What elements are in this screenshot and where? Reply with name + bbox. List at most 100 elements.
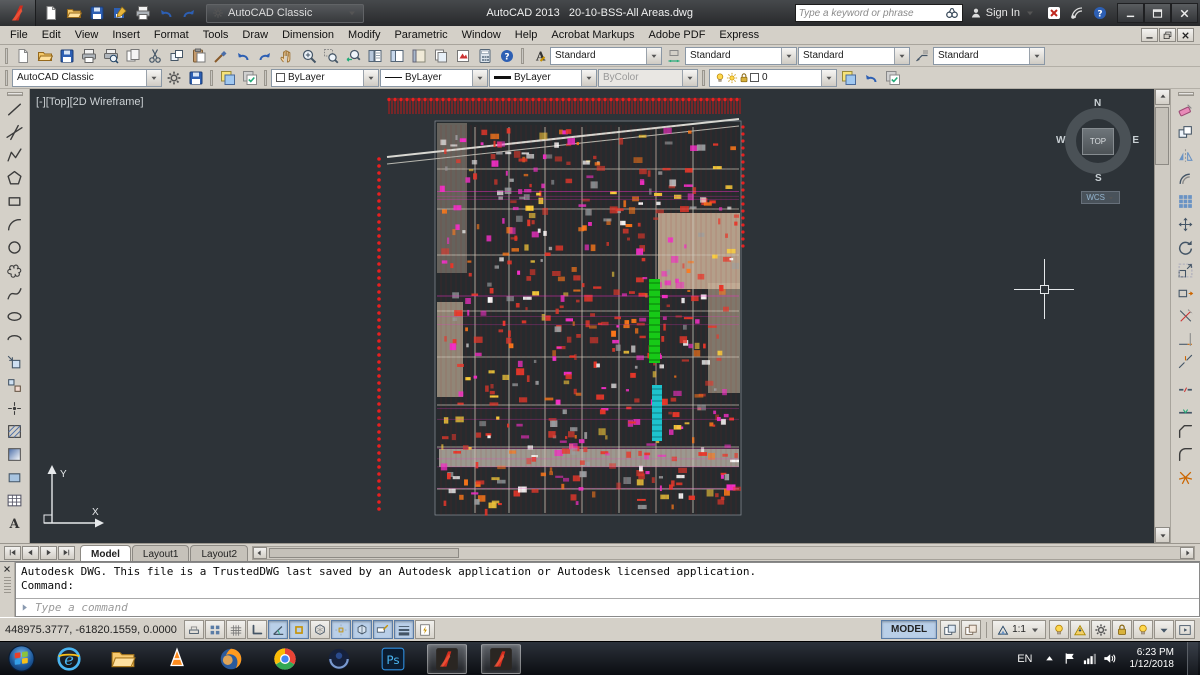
otrack-toggle-button[interactable] [331, 620, 351, 639]
qnew-button[interactable] [12, 46, 33, 66]
array-tool-button[interactable] [1174, 190, 1198, 213]
publish-button[interactable] [122, 46, 143, 66]
taskbar-internet-explorer-button[interactable]: e [49, 644, 89, 674]
markup-set-manager-button[interactable] [452, 46, 473, 66]
gear-button[interactable] [163, 68, 184, 88]
tab-next-button[interactable] [40, 545, 57, 560]
taskbar-autocad-2-button[interactable] [481, 643, 521, 674]
taskbar-file-explorer-button[interactable] [103, 644, 143, 674]
viewport-controls[interactable]: [-][Top][2D Wireframe] [36, 96, 144, 108]
viewcube-top-face[interactable]: TOP [1082, 128, 1114, 155]
ellipse-arc-tool-button[interactable] [3, 328, 27, 351]
quick-view-layouts-button[interactable] [940, 620, 961, 639]
drawing-canvas[interactable]: [-][Top][2D Wireframe] N S W E TOP WCS Y… [30, 89, 1154, 543]
lineweight-control-combo[interactable]: ByLayer [489, 68, 597, 87]
workspace-dropdown[interactable]: AutoCAD Classic [206, 3, 364, 23]
hatch-tool-button[interactable] [3, 420, 27, 443]
language-indicator[interactable]: EN [1014, 653, 1035, 665]
annotation-visibility-button[interactable] [1049, 620, 1069, 639]
tool-palettes-button[interactable] [408, 46, 429, 66]
explode-tool-button[interactable] [1174, 466, 1198, 489]
open-button[interactable] [63, 3, 85, 23]
stretch-tool-button[interactable] [1174, 282, 1198, 305]
taskbar-autocad-button[interactable] [427, 643, 467, 674]
menu-file[interactable]: File [3, 27, 35, 43]
copy-tool-button[interactable] [1174, 121, 1198, 144]
minimize-button[interactable] [1117, 3, 1144, 23]
taskbar-chrome-button[interactable] [265, 644, 305, 674]
mirror-tool-button[interactable] [1174, 144, 1198, 167]
join-tool-button[interactable] [1174, 397, 1198, 420]
mleader-style-manager-button[interactable] [911, 46, 932, 66]
sheet-set-manager-button[interactable] [430, 46, 451, 66]
communication-center-button[interactable] [1066, 3, 1088, 23]
toolbar-grip[interactable] [5, 47, 8, 64]
menu-draw[interactable]: Draw [235, 27, 275, 43]
toolbar-grip[interactable] [5, 69, 8, 86]
start-button[interactable] [0, 642, 42, 675]
region-tool-button[interactable] [3, 466, 27, 489]
cut-button[interactable] [144, 46, 165, 66]
table-style-combo[interactable]: Standard [798, 46, 910, 65]
plot-button[interactable] [132, 3, 154, 23]
clean-screen-button[interactable] [1175, 620, 1195, 639]
redo-button[interactable] [178, 3, 200, 23]
taskbar-photoshop-button[interactable]: Ps [373, 644, 413, 674]
redo-button[interactable] [254, 46, 275, 66]
menu-view[interactable]: View [68, 27, 106, 43]
toolbar-grip[interactable] [702, 69, 705, 86]
zoom-previous-button[interactable] [342, 46, 363, 66]
menu-insert[interactable]: Insert [105, 27, 147, 43]
revision-cloud-tool-button[interactable] [3, 259, 27, 282]
wcs-dropdown[interactable]: WCS [1081, 191, 1120, 204]
taskbar-clock[interactable]: 6:23 PM 1/12/2018 [1123, 647, 1182, 671]
make-object-layer-current-button[interactable] [838, 68, 859, 88]
tab-prev-button[interactable] [22, 545, 39, 560]
isolate-objects-button[interactable] [1133, 620, 1153, 639]
taskbar-eclipse-button[interactable] [319, 644, 359, 674]
toolbar-grip[interactable] [521, 47, 524, 64]
light-bulb-icon[interactable] [714, 72, 726, 84]
maximize-button[interactable] [1144, 3, 1171, 23]
infocenter-search[interactable]: Type a keyword or phrase [794, 4, 963, 22]
pan-button[interactable] [276, 46, 297, 66]
menu-express[interactable]: Express [712, 27, 766, 43]
insert-block-tool-button[interactable] [3, 351, 27, 374]
point-tool-button[interactable] [3, 397, 27, 420]
vertical-scroll-thumb[interactable] [1155, 107, 1169, 165]
dim-style-combo[interactable]: Standard [685, 46, 797, 65]
workspace-switching-button[interactable] [1091, 620, 1111, 639]
network-icon[interactable] [1082, 651, 1097, 666]
construction-line-tool-button[interactable] [3, 121, 27, 144]
help-button[interactable]: ? [496, 46, 517, 66]
taskbar-media-player-button[interactable] [157, 644, 197, 674]
3d-osnap-toggle-button[interactable] [310, 620, 330, 639]
menu-tools[interactable]: Tools [196, 27, 236, 43]
tab-layout2[interactable]: Layout2 [190, 545, 249, 561]
mdi-restore-button[interactable] [1159, 28, 1176, 42]
scroll-up-button[interactable] [1155, 89, 1170, 105]
menu-acrobat-markups[interactable]: Acrobat Markups [544, 27, 641, 43]
plot-preview-button[interactable] [100, 46, 121, 66]
mleader-style-combo[interactable]: Standard [933, 46, 1045, 65]
menu-format[interactable]: Format [147, 27, 196, 43]
tab-model[interactable]: Model [80, 545, 131, 561]
toolbar-grip[interactable] [264, 69, 267, 86]
mdi-minimize-button[interactable] [1141, 28, 1158, 42]
polygon-tool-button[interactable] [3, 167, 27, 190]
menu-adobe-pdf[interactable]: Adobe PDF [642, 27, 713, 43]
command-history[interactable]: Autodesk DWG. This file is a TrustedDWG … [16, 563, 1199, 598]
viewcube-north[interactable]: N [1094, 98, 1101, 109]
linetype-control-combo[interactable]: ByLayer [380, 68, 488, 87]
annotation-scale-button[interactable]: 1:1 [992, 620, 1046, 639]
text-style-manager-button[interactable]: A [528, 46, 549, 66]
zoom-window-button[interactable] [320, 46, 341, 66]
arc-tool-button[interactable] [3, 213, 27, 236]
layer-properties-button[interactable] [217, 68, 238, 88]
lock-icon[interactable] [738, 72, 750, 84]
designcenter-button[interactable] [386, 46, 407, 66]
lwt-toggle-button[interactable] [394, 620, 414, 639]
snap-toggle-button[interactable] [205, 620, 225, 639]
menu-edit[interactable]: Edit [35, 27, 68, 43]
trim-tool-button[interactable] [1174, 305, 1198, 328]
